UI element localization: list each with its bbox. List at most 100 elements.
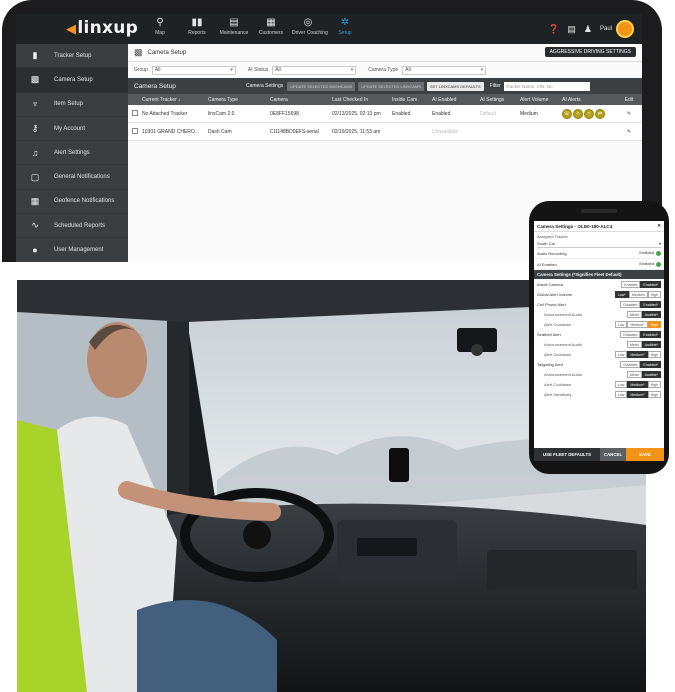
- ai-enabled-value: Enabled: [639, 261, 654, 267]
- col-last-checked-in[interactable]: Last Checked In: [332, 97, 392, 103]
- phone-alert-icon[interactable]: ☏: [562, 108, 572, 119]
- assigned-tracker-select[interactable]: South Car ▾: [537, 240, 661, 248]
- sidebar-item-item-setup[interactable]: ♆ Item Setup: [16, 93, 128, 117]
- cell-tracker: 10301 GRAND CHERO...: [142, 128, 199, 135]
- update-dashcams-button[interactable]: UPDATE SELECTED DASHCAMS: [287, 81, 356, 91]
- nav-label: Customers: [258, 30, 284, 36]
- nav-map[interactable]: ⚲ Map: [144, 16, 176, 36]
- segment-option[interactable]: High: [647, 390, 661, 398]
- sidebar-item-general-notifications[interactable]: ▢ General Notifications: [16, 165, 128, 190]
- segment-option[interactable]: Disabled: [620, 300, 641, 308]
- sidebar-item-alert-settings[interactable]: ♫ Alert Settings: [16, 141, 128, 166]
- messages-icon[interactable]: ▤: [567, 24, 576, 35]
- seatbelt-alert-icon[interactable]: ✧: [573, 108, 583, 119]
- cancel-button[interactable]: CANCEL: [600, 448, 626, 461]
- filter-input[interactable]: Tracker Name, VIN, etc.: [503, 81, 590, 91]
- segment-option[interactable]: Audible*: [641, 370, 661, 378]
- nav-customers[interactable]: ▦ Customers: [255, 16, 287, 36]
- col-ai-enabled[interactable]: AI Enabled: [432, 97, 480, 103]
- filter-select[interactable]: All: [151, 65, 236, 75]
- table-header: Current Tracker ↓ Camera Type Camera Las…: [128, 94, 642, 105]
- table-row[interactable]: No Attached Tracker linxCam 2.0 0E8FF156…: [128, 105, 642, 123]
- segment-option[interactable]: Medium: [628, 290, 648, 298]
- bell-icon: ♫: [31, 147, 39, 158]
- use-fleet-defaults-button[interactable]: USE FLEET DEFAULTS: [534, 448, 600, 461]
- segment-option[interactable]: Low: [614, 350, 628, 358]
- sidebar-item-label: Geofence Notifications: [54, 198, 115, 205]
- update-linxcams-button[interactable]: UPDATE SELECTED LINXCAMS: [358, 81, 424, 91]
- col-current-tracker[interactable]: Current Tracker ↓: [142, 97, 208, 103]
- col-ai-alerts[interactable]: AI Alerts: [562, 97, 620, 103]
- segment-option[interactable]: Metal: [626, 310, 642, 318]
- nav-reports[interactable]: ▮▮ Reports: [181, 16, 213, 36]
- segment-option[interactable]: Disabled: [620, 360, 641, 368]
- sidebar-item-user-management[interactable]: ● User Management: [16, 238, 128, 262]
- segment-option[interactable]: Low*: [614, 290, 629, 298]
- segment-option[interactable]: High: [647, 320, 661, 328]
- linxup-logo[interactable]: ◀linxup: [66, 18, 138, 38]
- table-row[interactable]: 10301 GRAND CHERO... Dash Cam CI1148BD0E…: [128, 123, 642, 141]
- setting-label: Inside Camera: [537, 281, 564, 287]
- segment-option[interactable]: Medium*: [627, 350, 648, 358]
- segment-option[interactable]: Low: [614, 320, 628, 328]
- sidebar-item-label: Item Setup: [54, 101, 84, 108]
- driver-coaching-icon: ◎: [303, 17, 313, 28]
- row-checkbox[interactable]: [132, 127, 138, 134]
- segment-option[interactable]: Medium*: [627, 380, 648, 388]
- segment-option[interactable]: Medium*: [627, 390, 648, 398]
- tailgating-alert-icon[interactable]: ⇄: [595, 108, 605, 119]
- top-navigation-bar: ◀linxup ⚲ Map ▮▮ Reports ▤ Maintenance ▦ Custom…: [16, 14, 642, 44]
- nav-driver-coaching[interactable]: ◎ Driver Coaching: [292, 16, 328, 36]
- setting-label: Cell Phone Alert: [537, 301, 566, 307]
- segment-option[interactable]: Metal: [626, 370, 642, 378]
- segment-option[interactable]: Audible*: [641, 310, 661, 318]
- ai-alert-icons: ☏ ✧ ≈ ⇄: [562, 108, 620, 119]
- sidebar-item-camera-setup[interactable]: ▩ Camera Setup: [16, 68, 128, 93]
- sidebar-item-my-account[interactable]: ⚷ My Account: [16, 117, 128, 142]
- sidebar-item-tracker-setup[interactable]: ▮ Tracker Setup: [16, 44, 128, 69]
- segment-option[interactable]: Audible*: [641, 340, 661, 348]
- set-linxcam-defaults-button[interactable]: SET LINXCAMS DEFAULTS: [426, 81, 484, 91]
- segment-option[interactable]: Enabled: [621, 280, 641, 288]
- segment-option[interactable]: Enabled*: [640, 360, 661, 368]
- segment-option[interactable]: Enabled*: [640, 280, 661, 288]
- save-button[interactable]: SAVE: [626, 448, 664, 461]
- segment-option[interactable]: Enabled*: [640, 300, 661, 308]
- aggressive-driving-settings-button[interactable]: AGGRESSIVE DRIVING SETTINGS: [544, 47, 636, 57]
- segment-option[interactable]: High: [647, 380, 661, 388]
- filter-select[interactable]: All: [272, 65, 357, 75]
- nav-label: Reports: [188, 30, 206, 36]
- account-icon: ⚷: [31, 123, 39, 134]
- row-checkbox[interactable]: [132, 109, 138, 116]
- col-camera-type[interactable]: Camera Type: [208, 97, 270, 103]
- segment-option[interactable]: Disabled: [620, 330, 641, 338]
- segment-option[interactable]: High: [647, 290, 661, 298]
- nav-maintenance[interactable]: ▤ Maintenance: [218, 16, 250, 36]
- users-icon[interactable]: ♟: [584, 24, 592, 35]
- avatar[interactable]: [616, 20, 634, 38]
- segment-option[interactable]: Low: [614, 390, 628, 398]
- edit-icon[interactable]: ✎: [620, 111, 638, 117]
- col-ai-settings[interactable]: AI Settings: [480, 97, 520, 103]
- col-inside-cam[interactable]: Inside Cam: [392, 97, 432, 103]
- phone-screen: Camera Settings - OLD0-180-ALC4 ✕ Assign…: [534, 221, 664, 461]
- user-name[interactable]: Paul: [600, 26, 612, 32]
- sidebar-item-scheduled-reports[interactable]: ∿ Scheduled Reports: [16, 214, 128, 239]
- segment-option[interactable]: Metal: [626, 340, 642, 348]
- edit-icon[interactable]: ✎: [620, 129, 638, 135]
- segment-option[interactable]: Enabled*: [640, 330, 661, 338]
- filter-select[interactable]: All: [402, 65, 487, 75]
- nav-label: Setup: [338, 30, 352, 36]
- col-alert-volume[interactable]: Alert Volume: [520, 97, 562, 103]
- help-icon[interactable]: ❓: [548, 24, 559, 35]
- smoking-alert-icon[interactable]: ≈: [584, 108, 594, 119]
- sidebar-item-geofence-notifications[interactable]: ▦ Geofence Notifications: [16, 190, 128, 215]
- sidebar-item-label: User Management: [54, 247, 104, 254]
- nav-setup[interactable]: ✲ Setup: [329, 16, 361, 36]
- segment-option[interactable]: Medium*: [627, 320, 648, 328]
- segment-option[interactable]: Low: [614, 380, 628, 388]
- item-icon: ♆: [31, 99, 39, 110]
- close-icon[interactable]: ✕: [657, 223, 661, 229]
- col-camera[interactable]: Camera: [270, 97, 332, 103]
- segment-option[interactable]: High: [647, 350, 661, 358]
